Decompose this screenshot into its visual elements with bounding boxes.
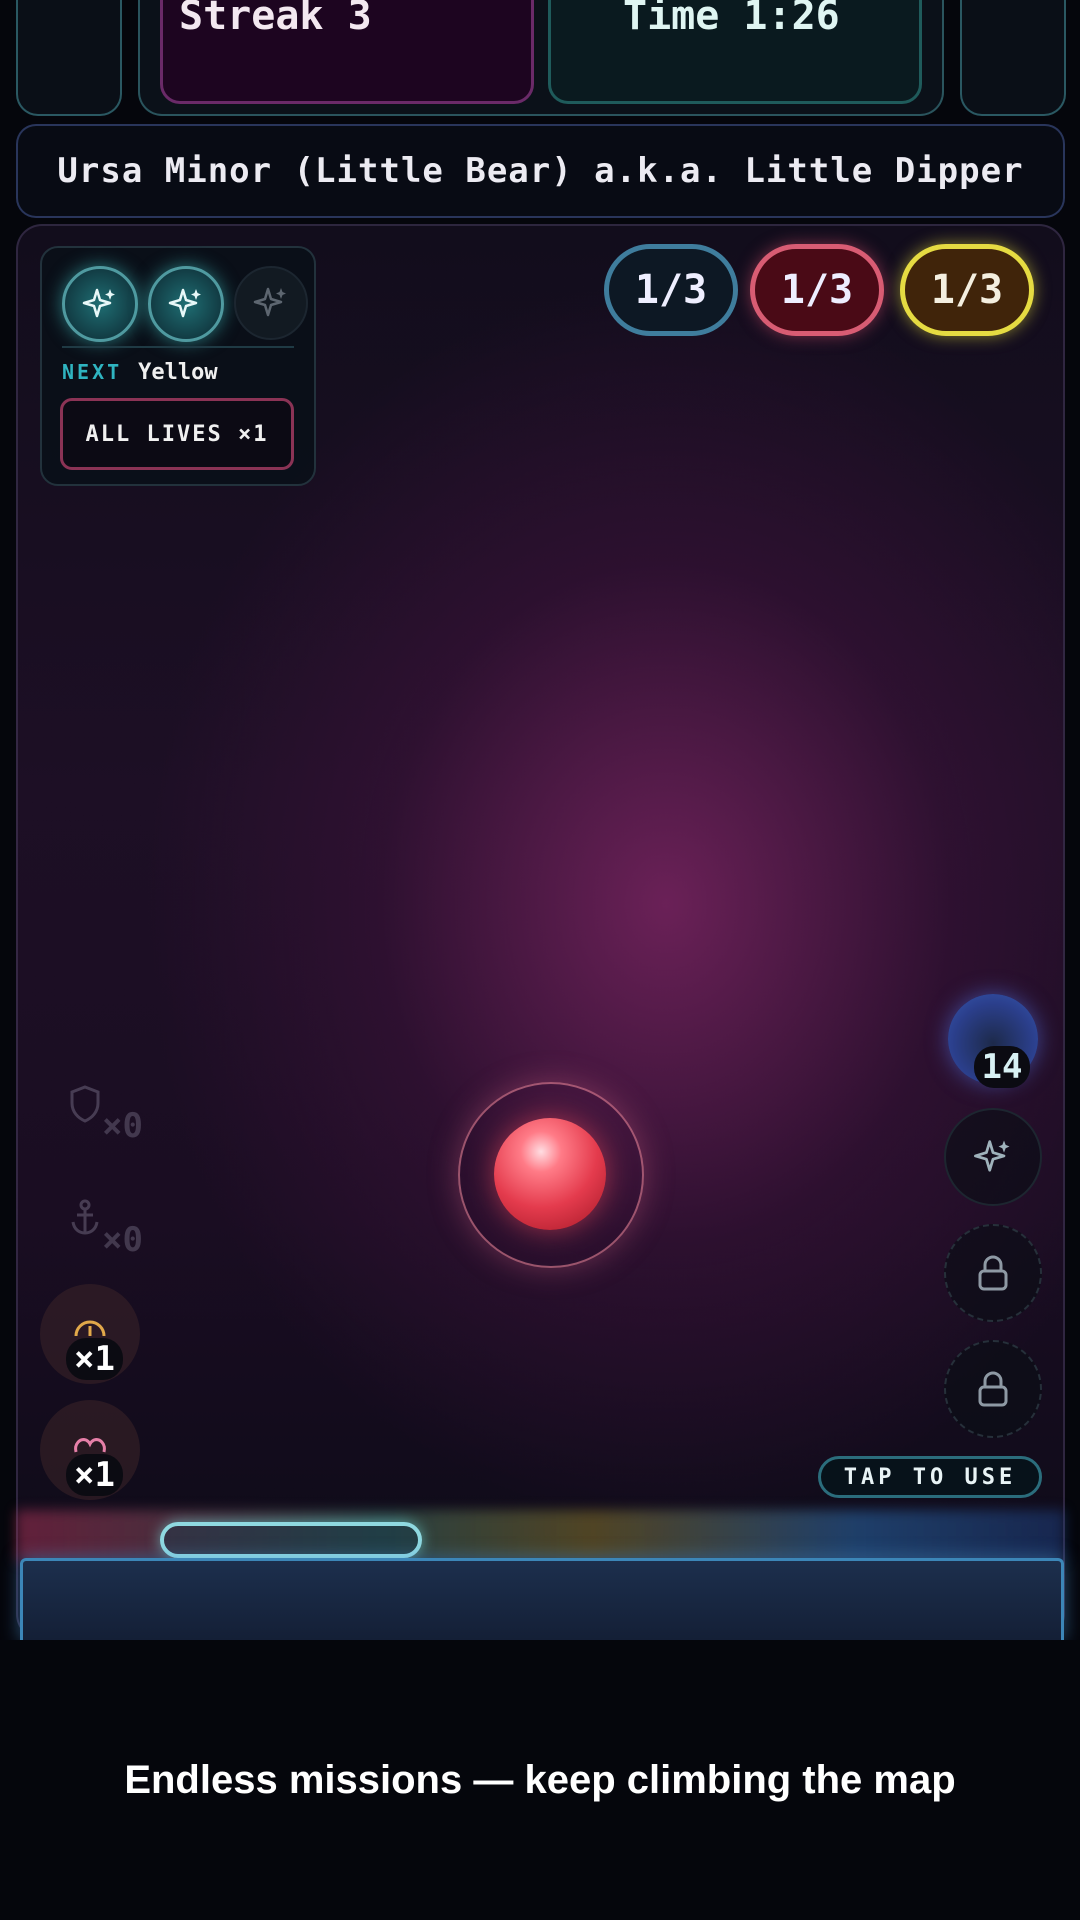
shield-count: ×0: [102, 1106, 143, 1146]
anchor-icon: [71, 1199, 99, 1235]
heart-count: ×1: [66, 1454, 123, 1496]
floor: [20, 1558, 1064, 1640]
sparkle-icon: [253, 287, 286, 317]
paddle[interactable]: [160, 1522, 422, 1558]
timer-icon: [74, 1320, 106, 1337]
next-value: Yellow: [138, 360, 218, 385]
portal-count: 14: [974, 1046, 1030, 1088]
lock-icon: [978, 1371, 1008, 1407]
tap-to-use-button[interactable]: TAP TO USE: [818, 1456, 1042, 1498]
locked-slot-1[interactable]: [944, 1224, 1042, 1322]
panel-divider: [62, 346, 294, 348]
timer-count: ×1: [66, 1338, 123, 1380]
sparkle-icon: [974, 1140, 1010, 1172]
power-slot-1[interactable]: [62, 266, 138, 342]
time-panel: Time 1:26: [548, 0, 922, 104]
red-counter: 1/3: [750, 244, 884, 336]
ball[interactable]: [494, 1118, 606, 1230]
sparkle-icon: [82, 288, 115, 318]
heart-icon: [74, 1438, 106, 1453]
all-lives-button[interactable]: ALL LIVES ×1: [60, 398, 294, 470]
blue-counter: 1/3: [604, 244, 738, 336]
anchor-count: ×0: [102, 1220, 143, 1260]
locked-slot-2[interactable]: [944, 1340, 1042, 1438]
anchor-item[interactable]: ×0: [68, 1198, 143, 1262]
yellow-counter: 1/3: [900, 244, 1034, 336]
time-label: Time 1:26: [623, 0, 840, 39]
shield-item[interactable]: ×0: [68, 1084, 143, 1148]
power-slot-2[interactable]: [148, 266, 224, 342]
hud-left-slot[interactable]: [16, 0, 122, 116]
hud-right-slot[interactable]: +: [960, 0, 1066, 116]
caption-bar: Endless missions — keep climbing the map: [0, 1640, 1080, 1920]
streak-label: Streak 3: [179, 0, 372, 39]
power-slot-3[interactable]: [234, 266, 308, 340]
lock-icon: [978, 1255, 1008, 1291]
caption-text: Endless missions — keep climbing the map: [124, 1757, 956, 1802]
shield-icon: [70, 1085, 100, 1123]
sparkle-slot[interactable]: [944, 1108, 1042, 1206]
next-label: NEXT: [62, 360, 123, 384]
streak-panel: Streak 3: [160, 0, 534, 104]
next-row: NEXT Yellow: [62, 360, 218, 385]
power-slots: [62, 266, 308, 342]
level-title: Ursa Minor (Little Bear) a.k.a. Little D…: [57, 151, 1024, 191]
sparkle-icon: [168, 288, 201, 318]
level-title-bar: Ursa Minor (Little Bear) a.k.a. Little D…: [16, 124, 1065, 218]
